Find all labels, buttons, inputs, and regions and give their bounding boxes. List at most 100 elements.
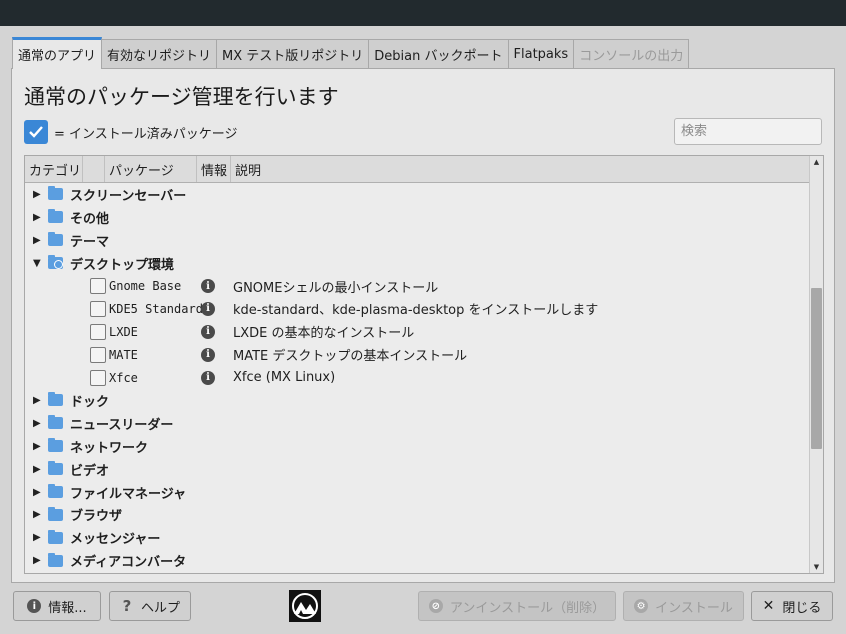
category-label: メディアコンバータ (70, 555, 187, 571)
close-button-label: 閉じる (782, 600, 822, 616)
category-row[interactable]: ▶ ファイルマネージャ (25, 481, 810, 504)
folder-icon (48, 186, 63, 201)
category-label: ビデオ (70, 463, 110, 479)
category-label: スクリーンセーバー (70, 188, 187, 204)
expand-arrow-icon[interactable]: ▶ (33, 212, 45, 223)
package-row[interactable]: Xfce i Xfce (MX Linux) (25, 366, 810, 389)
package-checkbox[interactable] (90, 323, 106, 340)
column-header-spacer (83, 156, 105, 182)
scroll-down-icon[interactable]: ▼ (810, 561, 823, 573)
expand-arrow-icon[interactable]: ▶ (33, 555, 45, 566)
tab-console-output[interactable]: コンソールの出力 (573, 39, 690, 69)
expand-arrow-icon[interactable]: ▶ (33, 441, 45, 452)
tab-enabled-repos[interactable]: 有効なリポジトリ (101, 39, 218, 69)
help-button[interactable]: ? ヘルプ (109, 591, 191, 621)
column-header-info[interactable]: 情報 (197, 156, 231, 182)
folder-icon (48, 484, 63, 499)
info-icon[interactable]: i (201, 324, 215, 339)
remove-icon: ⊘ (428, 599, 443, 613)
category-row[interactable]: ▶ メディアコンバータ (25, 549, 810, 572)
close-icon: ✕ (762, 598, 775, 614)
uninstall-button-label: アンインストール（削除） (449, 600, 606, 616)
expand-arrow-icon[interactable]: ▶ (33, 395, 45, 406)
gear-icon: ⚙ (634, 599, 649, 613)
tab-flatpaks[interactable]: Flatpaks (507, 39, 575, 69)
category-row[interactable]: ▶ ブラウザ (25, 503, 810, 526)
package-checkbox[interactable] (90, 346, 106, 363)
folder-icon (48, 552, 63, 567)
install-button[interactable]: ⚙ インストール (623, 591, 744, 621)
folder-open-icon (48, 255, 63, 270)
folder-icon (48, 415, 63, 430)
package-description: Xfce (MX Linux) (233, 370, 336, 386)
package-name: MATE (109, 347, 138, 362)
expand-arrow-icon[interactable]: ▶ (33, 509, 45, 520)
folder-icon (48, 392, 63, 407)
help-button-label: ヘルプ (140, 600, 180, 616)
column-header-description[interactable]: 説明 (231, 156, 810, 182)
package-checkbox[interactable] (90, 369, 106, 386)
category-row[interactable]: ▶ ネットワーク (25, 435, 810, 458)
package-description: kde-standard、kde-plasma-desktop をインストールし… (233, 303, 599, 319)
column-header-package[interactable]: パッケージ (105, 156, 197, 182)
checkmark-icon (24, 120, 48, 144)
expand-arrow-icon[interactable]: ▶ (33, 235, 45, 246)
folder-icon (48, 209, 63, 224)
package-checkbox[interactable] (90, 300, 106, 317)
package-row[interactable]: Gnome Base i GNOMEシェルの最小インストール (25, 275, 810, 298)
package-tree[interactable]: カテゴリ パッケージ 情報 説明 ▶ スクリーンセーバー ▶ その他 ▶ テーマ (24, 155, 824, 574)
expand-arrow-icon[interactable]: ▶ (33, 418, 45, 429)
search-input[interactable] (674, 118, 822, 145)
expand-arrow-icon[interactable]: ▶ (33, 464, 45, 475)
category-row-expanded[interactable]: ▼ デスクトップ環境 (25, 252, 810, 275)
expand-arrow-icon[interactable]: ▶ (33, 532, 45, 543)
info-icon[interactable]: i (201, 279, 215, 293)
column-header-category[interactable]: カテゴリ (25, 156, 83, 182)
tab-popular-apps[interactable]: 通常のアプリ (12, 37, 103, 69)
info-button[interactable]: i 情報... (13, 591, 101, 621)
package-name: Xfce (109, 370, 138, 385)
folder-icon (48, 506, 63, 521)
info-icon[interactable]: i (201, 347, 215, 362)
scroll-thumb[interactable] (811, 288, 822, 449)
category-label: ネットワーク (70, 440, 149, 456)
category-row[interactable]: ▶ テーマ (25, 229, 810, 252)
category-label: ニュースリーダー (70, 417, 174, 433)
folder-icon (48, 461, 63, 476)
expand-arrow-icon[interactable]: ▶ (33, 487, 45, 498)
vertical-scrollbar[interactable]: ▲ ▼ (809, 156, 823, 573)
category-label: デスクトップ環境 (70, 257, 175, 273)
category-row[interactable]: ▶ ニュースリーダー (25, 412, 810, 435)
package-name: LXDE (109, 324, 138, 339)
category-row[interactable]: ▶ その他 (25, 206, 810, 229)
package-row[interactable]: KDE5 Standard i kde-standard、kde-plasma-… (25, 297, 810, 320)
tab-mx-test-repo[interactable]: MX テスト版リポジトリ (216, 39, 370, 69)
collapse-arrow-icon[interactable]: ▼ (33, 258, 45, 269)
package-row[interactable]: LXDE i LXDE の基本的なインストール (25, 320, 810, 343)
package-row[interactable]: MATE i MATE デスクトップの基本インストール (25, 343, 810, 366)
tab-debian-backports[interactable]: Debian バックポート (368, 39, 509, 69)
main-panel: 通常のパッケージ管理を行います = インストール済みパッケージ カテゴリ パッケ… (11, 68, 835, 583)
expand-arrow-icon[interactable]: ▶ (33, 189, 45, 200)
info-icon[interactable]: i (201, 370, 215, 385)
tree-rows: ▶ スクリーンセーバー ▶ その他 ▶ テーマ ▼ デスクトップ環境 Gnome… (25, 183, 810, 572)
info-icon[interactable]: i (201, 301, 215, 316)
page-title: 通常のパッケージ管理を行います (24, 85, 339, 109)
category-label: ドック (70, 394, 110, 410)
mx-logo-icon (289, 590, 321, 622)
category-row[interactable]: ▶ ドック (25, 389, 810, 412)
category-row[interactable]: ▶ スクリーンセーバー (25, 183, 810, 206)
package-checkbox[interactable] (90, 278, 106, 294)
folder-icon (48, 529, 63, 544)
scroll-up-icon[interactable]: ▲ (810, 156, 823, 168)
category-label: メッセンジャー (70, 532, 161, 548)
uninstall-button[interactable]: ⊘ アンインストール（削除） (418, 591, 616, 621)
category-label: テーマ (70, 234, 110, 250)
package-description: LXDE の基本的なインストール (233, 326, 415, 342)
installed-legend: = インストール済みパッケージ (24, 120, 238, 144)
category-row[interactable]: ▶ メッセンジャー (25, 526, 810, 549)
package-description: GNOMEシェルの最小インストール (233, 280, 439, 296)
close-button[interactable]: ✕ 閉じる (751, 591, 833, 621)
category-row[interactable]: ▶ ビデオ (25, 458, 810, 481)
folder-icon (48, 232, 63, 247)
